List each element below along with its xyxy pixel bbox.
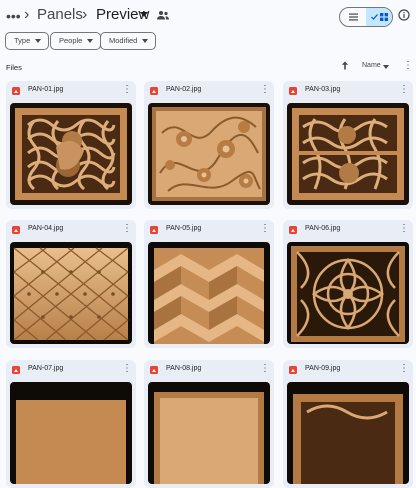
- chevron-down-icon: [87, 39, 94, 43]
- file-thumbnail[interactable]: [287, 103, 409, 205]
- file-card-pan-07[interactable]: PAN-07.jpg ⋮: [6, 360, 136, 488]
- file-card-pan-06[interactable]: PAN-06.jpg ⋮: [283, 220, 413, 348]
- file-card-header: PAN-06.jpg ⋮: [283, 220, 413, 240]
- more-vert-icon[interactable]: ⋮: [260, 223, 270, 235]
- file-card-header: PAN-07.jpg ⋮: [6, 360, 136, 380]
- more-vert-icon[interactable]: ⋮: [403, 60, 413, 71]
- view-toggle[interactable]: [339, 7, 393, 27]
- file-card-pan-01[interactable]: PAN-01.jpg ⋮: [6, 81, 136, 209]
- grid-view-button[interactable]: [366, 8, 392, 26]
- more-vert-icon[interactable]: ⋮: [399, 84, 409, 96]
- file-name: PAN-02.jpg: [166, 86, 202, 93]
- filter-modified-label: Modified: [109, 36, 138, 45]
- breadcrumb-separator: ›: [24, 6, 30, 23]
- panel-08-image: [148, 382, 270, 484]
- more-vert-icon[interactable]: ⋮: [260, 363, 270, 375]
- more-vert-icon[interactable]: ⋮: [122, 223, 132, 235]
- gothic-lattice-panel-image: [287, 242, 409, 344]
- checkmark-icon: [370, 14, 378, 20]
- more-vert-icon[interactable]: ⋮: [122, 363, 132, 375]
- file-thumbnail[interactable]: [10, 382, 132, 484]
- filter-people-chip[interactable]: People: [50, 32, 102, 50]
- more-options-icon[interactable]: •••: [6, 8, 21, 24]
- carved-panel-knot-image: [10, 103, 132, 205]
- filter-type-chip[interactable]: Type: [5, 32, 50, 50]
- top-bar: ••• › Panels › Preview: [0, 0, 416, 30]
- carved-panel-floral-image: [148, 103, 270, 205]
- filter-type-label: Type: [14, 36, 31, 45]
- file-card-header: PAN-09.jpg ⋮: [283, 360, 413, 380]
- list-icon: [348, 13, 358, 21]
- file-card-pan-08[interactable]: PAN-08.jpg ⋮: [144, 360, 274, 488]
- more-vert-icon[interactable]: ⋮: [260, 84, 270, 96]
- file-name: PAN-08.jpg: [166, 365, 202, 372]
- file-name: PAN-07.jpg: [28, 365, 64, 372]
- image-file-icon: [289, 87, 297, 95]
- image-file-icon: [150, 87, 158, 95]
- image-file-icon: [12, 366, 20, 374]
- files-section-title: Files: [6, 63, 22, 72]
- file-card-header: PAN-08.jpg ⋮: [144, 360, 274, 380]
- file-thumbnail[interactable]: [148, 103, 270, 205]
- file-name: PAN-01.jpg: [28, 86, 64, 93]
- panel-09-image: [287, 382, 409, 484]
- image-file-icon: [289, 366, 297, 374]
- image-file-icon: [12, 226, 20, 234]
- sort-chevron-down-icon[interactable]: [383, 65, 389, 69]
- file-card-header: PAN-05.jpg ⋮: [144, 220, 274, 240]
- file-card-pan-05[interactable]: PAN-05.jpg ⋮: [144, 220, 274, 348]
- file-card-header: PAN-01.jpg ⋮: [6, 81, 136, 101]
- filter-modified-chip[interactable]: Modified: [100, 32, 157, 50]
- file-thumbnail[interactable]: [148, 242, 270, 344]
- more-vert-icon[interactable]: ⋮: [122, 84, 132, 96]
- file-thumbnail[interactable]: [287, 382, 409, 484]
- file-thumbnail[interactable]: [287, 242, 409, 344]
- breadcrumb-separator: ›: [82, 6, 88, 23]
- file-card-header: PAN-03.jpg ⋮: [283, 81, 413, 101]
- image-file-icon: [12, 87, 20, 95]
- shared-people-icon: [157, 11, 169, 20]
- grid-icon: [379, 13, 388, 21]
- image-file-icon: [150, 366, 158, 374]
- carved-panel-knot-double-image: [287, 103, 409, 205]
- file-name: PAN-04.jpg: [28, 225, 64, 232]
- file-thumbnail[interactable]: [10, 103, 132, 205]
- file-name: PAN-09.jpg: [305, 365, 341, 372]
- image-file-icon: [289, 226, 297, 234]
- filter-people-label: People: [59, 36, 83, 45]
- file-name: PAN-03.jpg: [305, 86, 341, 93]
- image-file-icon: [150, 226, 158, 234]
- tufted-panel-image: [10, 242, 132, 344]
- list-view-button[interactable]: [340, 8, 366, 26]
- more-vert-icon[interactable]: ⋮: [399, 223, 409, 235]
- info-icon[interactable]: [398, 9, 410, 21]
- chevron-down-icon: [142, 39, 149, 43]
- folder-menu-chevron-icon[interactable]: [140, 12, 148, 17]
- panel-07-image: [10, 382, 132, 484]
- chevron-down-icon: [35, 39, 42, 43]
- file-thumbnail[interactable]: [10, 242, 132, 344]
- file-card-header: PAN-04.jpg ⋮: [6, 220, 136, 240]
- file-card-header: PAN-02.jpg ⋮: [144, 81, 274, 101]
- file-card-pan-09[interactable]: PAN-09.jpg ⋮: [283, 360, 413, 488]
- file-card-pan-04[interactable]: PAN-04.jpg ⋮: [6, 220, 136, 348]
- file-name: PAN-05.jpg: [166, 225, 202, 232]
- file-card-pan-03[interactable]: PAN-03.jpg ⋮: [283, 81, 413, 209]
- file-thumbnail[interactable]: [148, 382, 270, 484]
- file-name: PAN-06.jpg: [305, 225, 341, 232]
- more-vert-icon[interactable]: ⋮: [399, 363, 409, 375]
- breadcrumb-parent[interactable]: Panels: [37, 6, 83, 23]
- chevron-panel-image: [148, 242, 270, 344]
- file-card-pan-02[interactable]: PAN-02.jpg ⋮: [144, 81, 274, 209]
- sort-direction-arrow-icon[interactable]: [341, 61, 349, 70]
- sort-by-label[interactable]: Name: [362, 62, 381, 69]
